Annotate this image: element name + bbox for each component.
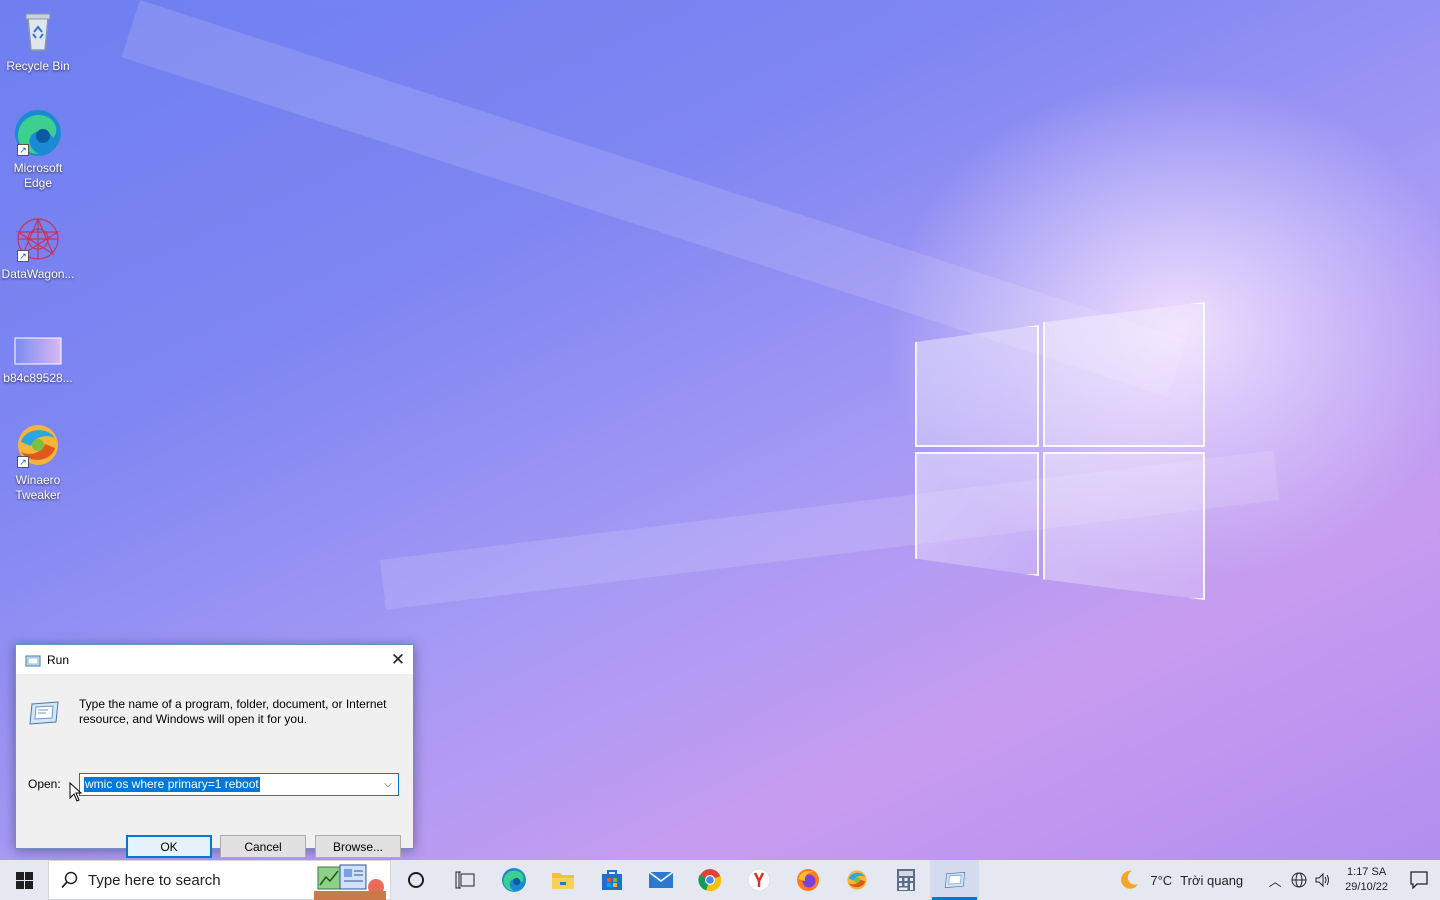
run-program-icon <box>28 700 60 726</box>
volume-button[interactable] <box>1311 872 1335 888</box>
taskbar-run[interactable] <box>930 860 979 900</box>
weather-temp: 7°C <box>1150 872 1173 888</box>
calculator-icon <box>896 869 915 891</box>
close-button[interactable]: ✕ <box>383 645 413 674</box>
desktop-icon-label: DataWagon... <box>1 267 75 281</box>
notification-center-button[interactable] <box>1398 860 1440 900</box>
desktop-icon-label: Microsoft Edge <box>13 161 63 190</box>
close-icon: ✕ <box>390 649 406 669</box>
desktop-icon-recycle-bin[interactable]: Recycle Bin <box>0 6 76 74</box>
windows-logo-pane <box>915 452 1039 576</box>
open-label: Open: <box>28 777 61 791</box>
taskbar-firefox[interactable] <box>783 860 832 900</box>
taskbar-edge[interactable] <box>489 860 538 900</box>
start-button[interactable] <box>0 860 48 900</box>
firefox-icon <box>796 869 819 891</box>
chrome-icon <box>697 869 721 892</box>
image-file-icon <box>13 332 63 368</box>
clock[interactable]: 1:17 SA 29/10/22 <box>1345 865 1388 895</box>
search-highlight-illustration <box>314 864 386 900</box>
taskbar-store[interactable] <box>587 860 636 900</box>
desktop-icon-label: Winaero Tweaker <box>15 473 61 502</box>
ok-button[interactable]: OK <box>126 835 212 858</box>
run-title-bar[interactable]: Run ✕ <box>16 645 413 674</box>
search-icon <box>61 871 78 889</box>
edge-icon <box>501 868 526 892</box>
edge-icon: ↗ <box>13 108 63 158</box>
weather-widget[interactable]: 7°C Trời quang <box>1118 869 1243 891</box>
windows-logo-pane <box>915 325 1039 447</box>
windows-logo-pane <box>1043 452 1205 600</box>
speaker-icon <box>1315 872 1330 888</box>
shortcut-arrow-icon: ↗ <box>17 250 29 262</box>
winaero-icon: ↗ <box>13 420 63 470</box>
clock-time: 1:17 SA <box>1347 866 1387 878</box>
show-hidden-icons-button[interactable]: ︿ <box>1263 871 1287 890</box>
taskbar-search-box[interactable]: Type here to search <box>48 860 391 900</box>
mail-icon <box>648 871 673 888</box>
desktop-icon-label: Recycle Bin <box>6 59 70 73</box>
desktop-icon-image-file[interactable]: b84c89528... <box>0 332 76 386</box>
open-input-value[interactable]: wmic os where primary=1 reboot <box>84 777 260 792</box>
cancel-button[interactable]: Cancel <box>220 835 306 858</box>
yandex-icon <box>747 868 770 892</box>
windows-logo-pane <box>1043 302 1205 447</box>
taskbar: Type here to search 7°C Trời quang ︿ 1:1… <box>0 860 1440 900</box>
system-tray: 7°C Trời quang ︿ 1:17 SA 29/10/22 <box>1118 860 1440 900</box>
recycle-bin-icon <box>13 6 63 56</box>
run-dialog: Run ✕ Type the name of a program, folder… <box>15 644 414 858</box>
taskbar-mail[interactable] <box>636 860 685 900</box>
globe-icon <box>1291 872 1307 888</box>
mouse-cursor-icon <box>69 781 83 802</box>
taskbar-yandex[interactable] <box>734 860 783 900</box>
moon-icon <box>1121 870 1139 889</box>
run-icon <box>944 872 965 888</box>
network-button[interactable] <box>1287 872 1311 888</box>
chevron-up-icon: ︿ <box>1268 873 1282 889</box>
browse-button[interactable]: Browse... <box>315 835 401 858</box>
desktop-icon-winaero[interactable]: ↗ Winaero Tweaker <box>0 420 76 503</box>
taskbar-winaero[interactable] <box>832 860 881 900</box>
store-icon <box>601 870 622 890</box>
taskbar-file-explorer[interactable] <box>538 860 587 900</box>
run-icon <box>25 654 41 666</box>
shortcut-arrow-icon: ↗ <box>17 456 29 468</box>
open-input[interactable]: wmic os where primary=1 reboot ⌵ <box>79 773 399 796</box>
run-description: Type the name of a program, folder, docu… <box>79 697 387 726</box>
desktop-icon-label: b84c89528... <box>3 371 73 385</box>
task-view-icon <box>455 871 474 889</box>
notification-icon <box>1410 871 1428 889</box>
winaero-icon <box>846 870 867 890</box>
search-placeholder: Type here to search <box>88 871 221 889</box>
file-explorer-icon <box>551 873 574 889</box>
cortana-icon <box>407 872 424 888</box>
taskbar-chrome[interactable] <box>685 860 734 900</box>
datawagon-icon: ↗ <box>13 214 63 264</box>
taskbar-calculator[interactable] <box>881 860 930 900</box>
desktop-icon-edge[interactable]: ↗ Microsoft Edge <box>0 108 76 191</box>
shortcut-arrow-icon: ↗ <box>17 144 29 156</box>
weather-condition: Trời quang <box>1180 872 1244 888</box>
task-view-button[interactable] <box>440 860 489 900</box>
cortana-button[interactable] <box>391 860 440 900</box>
desktop-icon-datawagon[interactable]: ↗ DataWagon... <box>0 214 76 282</box>
clock-date: 29/10/22 <box>1345 881 1388 893</box>
windows-start-icon <box>15 871 33 889</box>
chevron-down-icon[interactable]: ⌵ <box>380 776 396 793</box>
run-dialog-title: Run <box>47 652 70 667</box>
